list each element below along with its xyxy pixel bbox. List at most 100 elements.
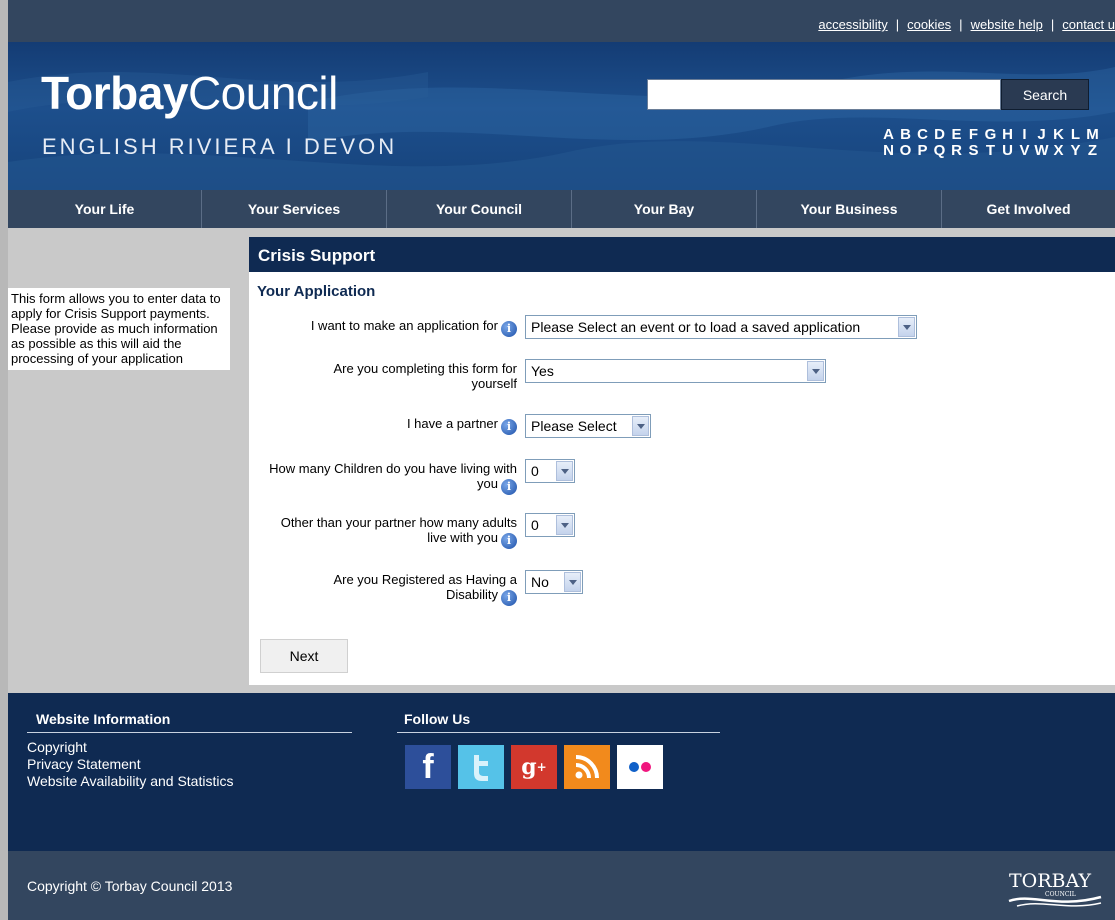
flickr-icon[interactable] (617, 745, 663, 789)
chevron-down-icon (556, 461, 573, 481)
search-input[interactable] (647, 79, 1001, 110)
next-button[interactable]: Next (260, 639, 348, 673)
adults-select[interactable]: 0 (525, 513, 575, 537)
torbay-mini-logo: TORBAY COUNCIL (1007, 863, 1103, 912)
separator: | (1050, 17, 1055, 32)
a-z-letter-p[interactable]: P (914, 143, 931, 159)
a-z-letter-b[interactable]: B (897, 127, 914, 143)
mini-logo-subtext: COUNCIL (1045, 891, 1076, 898)
application-for-label: I want to make an application for i (257, 318, 517, 337)
a-z-letter-k[interactable]: K (1050, 127, 1067, 143)
footer-divider (27, 732, 352, 733)
accessibility-link[interactable]: accessibility (818, 17, 887, 32)
a-z-letter-n[interactable]: N (880, 143, 897, 159)
nav-get-involved[interactable]: Get Involved (942, 190, 1115, 228)
social-links: f g + (405, 745, 663, 789)
a-z-letter-c[interactable]: C (914, 127, 931, 143)
children-select[interactable]: 0 (525, 459, 575, 483)
a-z-letter-y[interactable]: Y (1067, 143, 1084, 159)
a-z-row-1: ABCDEFGHIJKLM (880, 127, 1101, 143)
main-nav: Your Life Your Services Your Council You… (8, 190, 1115, 228)
a-z-letter-x[interactable]: X (1050, 143, 1067, 159)
nav-your-services[interactable]: Your Services (202, 190, 387, 228)
a-z-letter-v[interactable]: V (1016, 143, 1033, 159)
website-availability-link[interactable]: Website Availability and Statistics (27, 773, 233, 790)
a-z-row-2: NOPQRSTUVWXYZ (880, 143, 1101, 159)
info-icon[interactable]: i (501, 419, 517, 435)
for-yourself-select[interactable]: Yes (525, 359, 826, 383)
footer-bottom-bar: Copyright © Torbay Council 2013 TORBAY C… (8, 851, 1115, 920)
follow-us-heading: Follow Us (404, 711, 471, 727)
footer-divider (397, 732, 720, 733)
contact-us-link[interactable]: contact u (1062, 17, 1115, 32)
website-help-link[interactable]: website help (971, 17, 1043, 32)
a-z-letter-l[interactable]: L (1067, 127, 1084, 143)
a-z-letter-o[interactable]: O (897, 143, 914, 159)
a-z-letter-e[interactable]: E (948, 127, 965, 143)
website-information-heading: Website Information (36, 711, 171, 727)
adults-label: Other than your partner how many adults … (277, 515, 517, 549)
search-button[interactable]: Search (1001, 79, 1089, 110)
privacy-statement-link[interactable]: Privacy Statement (27, 756, 233, 773)
chevron-down-icon (898, 317, 915, 337)
google-plus-icon[interactable]: g + (511, 745, 557, 789)
a-z-letter-s[interactable]: S (965, 143, 982, 159)
info-icon[interactable]: i (501, 321, 517, 337)
a-z-index: ABCDEFGHIJKLM NOPQRSTUVWXYZ (880, 127, 1101, 159)
a-z-letter-t[interactable]: T (982, 143, 999, 159)
chevron-down-icon (807, 361, 824, 381)
a-z-letter-h[interactable]: H (999, 127, 1016, 143)
application-for-value: Please Select an event or to load a save… (531, 319, 861, 335)
site-header: TorbayCouncil ENGLISH RIVIERA I DEVON Se… (8, 42, 1115, 190)
facebook-icon[interactable]: f (405, 745, 451, 789)
partner-label-text: I have a partner (406, 416, 498, 431)
a-z-letter-f[interactable]: F (965, 127, 982, 143)
nav-your-business[interactable]: Your Business (757, 190, 942, 228)
a-z-letter-g[interactable]: G (982, 127, 999, 143)
info-icon[interactable]: i (501, 590, 517, 606)
chevron-down-icon (632, 416, 649, 436)
children-value: 0 (531, 463, 539, 479)
utility-bar: accessibility | cookies | website help | conta… (8, 0, 1115, 42)
partner-select[interactable]: Please Select (525, 414, 651, 438)
disability-select[interactable]: No (525, 570, 583, 594)
site-footer: Website Information Copyright Privacy St… (8, 693, 1115, 851)
children-label-text: How many Children do you have living wit… (269, 461, 517, 491)
logo-tagline: ENGLISH RIVIERA I DEVON (42, 134, 398, 159)
disability-value: No (531, 574, 549, 590)
a-z-letter-u[interactable]: U (999, 143, 1016, 159)
site-logo[interactable]: TorbayCouncil (41, 66, 338, 120)
application-heading: Your Application (257, 283, 376, 300)
a-z-letter-q[interactable]: Q (931, 143, 948, 159)
twitter-icon[interactable] (458, 745, 504, 789)
cookies-link[interactable]: cookies (907, 17, 951, 32)
separator: | (895, 17, 900, 32)
application-for-label-text: I want to make an application for (310, 318, 498, 333)
partner-label: I have a partner i (317, 416, 517, 435)
for-yourself-label: Are you completing this form for yoursel… (333, 361, 517, 391)
a-z-letter-w[interactable]: W (1033, 143, 1050, 159)
a-z-letter-z[interactable]: Z (1084, 143, 1101, 159)
a-z-letter-j[interactable]: J (1033, 127, 1050, 143)
children-label: How many Children do you have living wit… (257, 461, 517, 495)
adults-label-text: Other than your partner how many adults … (280, 515, 517, 545)
a-z-letter-d[interactable]: D (931, 127, 948, 143)
a-z-letter-m[interactable]: M (1084, 127, 1101, 143)
copyright-link[interactable]: Copyright (27, 739, 233, 756)
a-z-letter-r[interactable]: R (948, 143, 965, 159)
info-icon[interactable]: i (501, 479, 517, 495)
nav-your-life[interactable]: Your Life (8, 190, 202, 228)
nav-your-bay[interactable]: Your Bay (572, 190, 757, 228)
application-for-select[interactable]: Please Select an event or to load a save… (525, 315, 917, 339)
panel-title: Crisis Support (249, 237, 1115, 275)
left-edge-strip (0, 0, 8, 920)
chevron-down-icon (564, 572, 581, 592)
a-z-letter-a[interactable]: A (880, 127, 897, 143)
rss-icon[interactable] (564, 745, 610, 789)
disability-label: Are you Registered as Having a Disabilit… (287, 572, 517, 606)
a-z-letter-i[interactable]: I (1016, 127, 1033, 143)
nav-your-council[interactable]: Your Council (387, 190, 572, 228)
info-icon[interactable]: i (501, 533, 517, 549)
form-intro-text: This form allows you to enter data to ap… (8, 288, 230, 370)
separator: | (959, 17, 963, 32)
